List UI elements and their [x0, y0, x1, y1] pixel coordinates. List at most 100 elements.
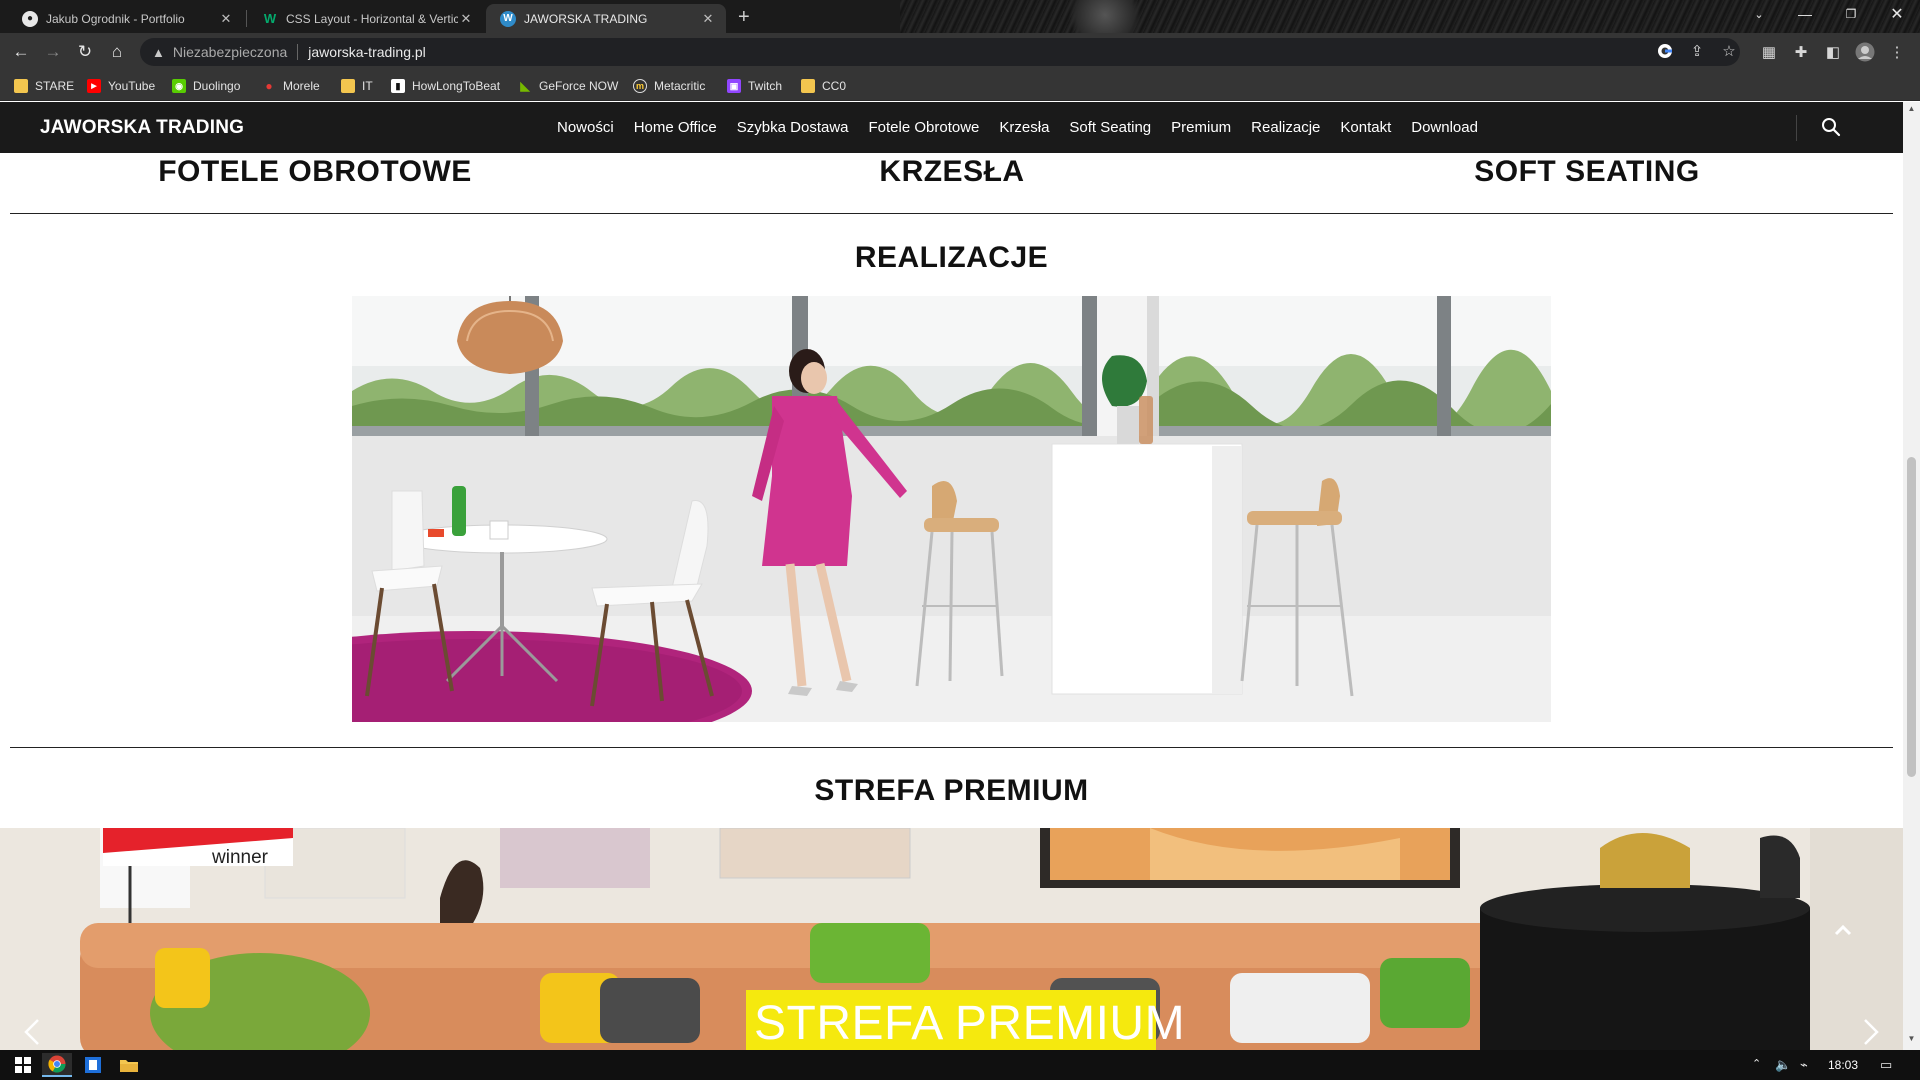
scrollbar-thumb[interactable]: [1907, 457, 1916, 777]
menu-item-home-office[interactable]: Home Office: [634, 119, 717, 136]
bookmark-label: CC0: [822, 79, 847, 93]
url-text[interactable]: jaworska-trading.pl: [308, 44, 426, 60]
category-soft-seating[interactable]: SOFT SEATING: [1387, 155, 1787, 189]
close-window-button[interactable]: ✕: [1874, 0, 1920, 28]
taskbar-clock[interactable]: 18:03: [1828, 1058, 1858, 1072]
security-label[interactable]: Niezabezpieczona: [173, 44, 287, 60]
category-fotele-obrotowe[interactable]: FOTELE OBROTOWE: [115, 155, 515, 189]
menu-item-download[interactable]: Download: [1411, 119, 1478, 136]
tab-title: JAWORSKA TRADING: [524, 11, 648, 26]
new-tab-button[interactable]: +: [738, 6, 750, 29]
github-icon: ●: [22, 10, 38, 27]
bookmark-twitch[interactable]: ▣ Twitch: [727, 77, 782, 95]
extensions-puzzle-icon[interactable]: ✚: [1790, 41, 1812, 63]
winner-tag-text: winner: [211, 847, 269, 868]
tab-title: CSS Layout - Horizontal & Vertic: [286, 11, 458, 26]
bookmark-label: Metacritic: [654, 79, 706, 93]
close-tab-icon[interactable]: ✕: [700, 11, 716, 27]
duolingo-icon: ◉: [172, 79, 186, 93]
scroll-to-top-icon[interactable]: [1828, 920, 1858, 940]
nvidia-icon: ◣: [520, 79, 530, 93]
w3schools-icon: W: [263, 11, 277, 26]
menu-item-realizacje[interactable]: Realizacje: [1251, 119, 1320, 136]
menu-item-szybka-dostawa[interactable]: Szybka Dostawa: [737, 119, 849, 136]
bookmarks-bar: STARE ▶ YouTube ◉ Duolingo ● Morele IT ▮…: [0, 71, 1920, 101]
section-title-realizacje: REALIZACJE: [854, 241, 1049, 274]
bookmark-it[interactable]: IT: [341, 77, 373, 95]
bookmark-star-icon[interactable]: ☆: [1719, 41, 1739, 61]
tab-css-layout[interactable]: W CSS Layout - Horizontal & Vertic ✕: [248, 4, 484, 33]
warning-icon[interactable]: ▲: [152, 45, 165, 60]
notifications-icon[interactable]: ▭: [1880, 1057, 1892, 1073]
home-button[interactable]: ⌂: [104, 39, 130, 65]
menu-item-soft-seating[interactable]: Soft Seating: [1069, 119, 1151, 136]
restore-button[interactable]: ❐: [1828, 0, 1874, 28]
bookmark-label: STARE: [35, 79, 75, 93]
menu-item-premium[interactable]: Premium: [1171, 119, 1231, 136]
site-logo[interactable]: JAWORSKA TRADING: [40, 117, 244, 139]
scroll-down-icon[interactable]: ▼: [1903, 1034, 1920, 1048]
bookmark-howlongtobeat[interactable]: ▮ HowLongToBeat: [391, 77, 500, 95]
page-scrollbar[interactable]: ▲ ▼: [1903, 102, 1920, 1050]
premium-banner-text: STREFA PREMIUM: [754, 997, 1186, 1050]
google-lens-icon[interactable]: [1655, 41, 1675, 61]
youtube-icon: ▶: [87, 79, 101, 93]
bookmark-label: GeForce NOW: [539, 79, 619, 93]
reload-button[interactable]: ↻: [72, 39, 98, 65]
search-icon[interactable]: [1820, 116, 1842, 138]
site-navbar: JAWORSKA TRADING Nowości Home Office Szy…: [0, 102, 1903, 153]
minimize-button[interactable]: —: [1782, 0, 1828, 28]
windows-taskbar: ⌃ 🔈 ⌁ 18:03 ▭: [0, 1050, 1920, 1080]
volume-icon[interactable]: 🔈: [1775, 1057, 1791, 1073]
chrome-taskbar-icon[interactable]: [42, 1053, 72, 1077]
extension-icon[interactable]: ▦: [1758, 41, 1780, 63]
forward-button[interactable]: →: [40, 39, 66, 65]
realizacje-photo[interactable]: [352, 296, 1551, 722]
bookmark-duolingo[interactable]: ◉ Duolingo: [172, 77, 240, 95]
app-taskbar-icon[interactable]: [78, 1053, 108, 1077]
file-explorer-icon[interactable]: [114, 1053, 144, 1077]
bookmark-label: HowLongToBeat: [412, 79, 501, 93]
network-icon[interactable]: ⌁: [1800, 1057, 1808, 1073]
morele-icon: ●: [265, 79, 273, 93]
theme-emblem: [1060, 0, 1150, 33]
side-panel-icon[interactable]: ◧: [1822, 41, 1844, 63]
tab-search-icon[interactable]: ⌄: [1736, 0, 1782, 28]
tab-portfolio[interactable]: ● Jakub Ogrodnik - Portfolio ✕: [8, 4, 244, 33]
tab-title: Jakub Ogrodnik - Portfolio: [46, 11, 185, 26]
bookmark-morele[interactable]: ● Morele: [262, 77, 319, 95]
scroll-up-icon[interactable]: ▲: [1903, 104, 1920, 118]
category-krzesla[interactable]: KRZESŁA: [752, 155, 1152, 189]
bookmark-geforce-now[interactable]: ◣ GeForce NOW: [518, 77, 618, 95]
menu-item-nowosci[interactable]: Nowości: [557, 119, 614, 136]
bookmark-label: YouTube: [108, 79, 156, 93]
profile-avatar-icon[interactable]: [1854, 41, 1876, 63]
browser-toolbar: ← → ↻ ⌂ ▲ Niezabezpieczona jaworska-trad…: [0, 33, 1920, 71]
bookmark-metacritic[interactable]: m Metacritic: [633, 77, 705, 95]
windows-start-icon[interactable]: [8, 1053, 38, 1077]
howlongtobeat-icon: ▮: [391, 79, 405, 93]
close-tab-icon[interactable]: ✕: [218, 11, 234, 27]
bookmark-cc0[interactable]: CC0: [801, 77, 846, 95]
bookmark-youtube[interactable]: ▶ YouTube: [87, 77, 155, 95]
bookmark-label: Twitch: [748, 79, 783, 93]
nav-divider: [1796, 115, 1797, 141]
menu-item-krzesla[interactable]: Krzesła: [999, 119, 1049, 136]
bookmark-stare[interactable]: STARE: [14, 77, 74, 95]
slider-next-icon[interactable]: [1855, 1012, 1885, 1052]
bookmark-label: Duolingo: [193, 79, 241, 93]
address-bar[interactable]: ▲ Niezabezpieczona jaworska-trading.pl: [140, 38, 1740, 66]
tab-jaworska[interactable]: W JAWORSKA TRADING ✕: [486, 4, 726, 33]
chrome-menu-icon[interactable]: ⋮: [1886, 41, 1908, 63]
menu-item-fotele-obrotowe[interactable]: Fotele Obrotowe: [869, 119, 980, 136]
premium-banner[interactable]: STREFA PREMIUM: [746, 990, 1185, 1050]
slider-prev-icon[interactable]: [18, 1012, 48, 1052]
share-icon[interactable]: ⇪: [1687, 41, 1707, 61]
folder-icon: [14, 79, 28, 93]
back-button[interactable]: ←: [8, 39, 34, 65]
close-tab-icon[interactable]: ✕: [458, 11, 474, 27]
twitch-icon: ▣: [727, 79, 741, 93]
tray-chevron-icon[interactable]: ⌃: [1752, 1057, 1761, 1070]
tab-divider: [246, 10, 247, 27]
menu-item-kontakt[interactable]: Kontakt: [1340, 119, 1391, 136]
